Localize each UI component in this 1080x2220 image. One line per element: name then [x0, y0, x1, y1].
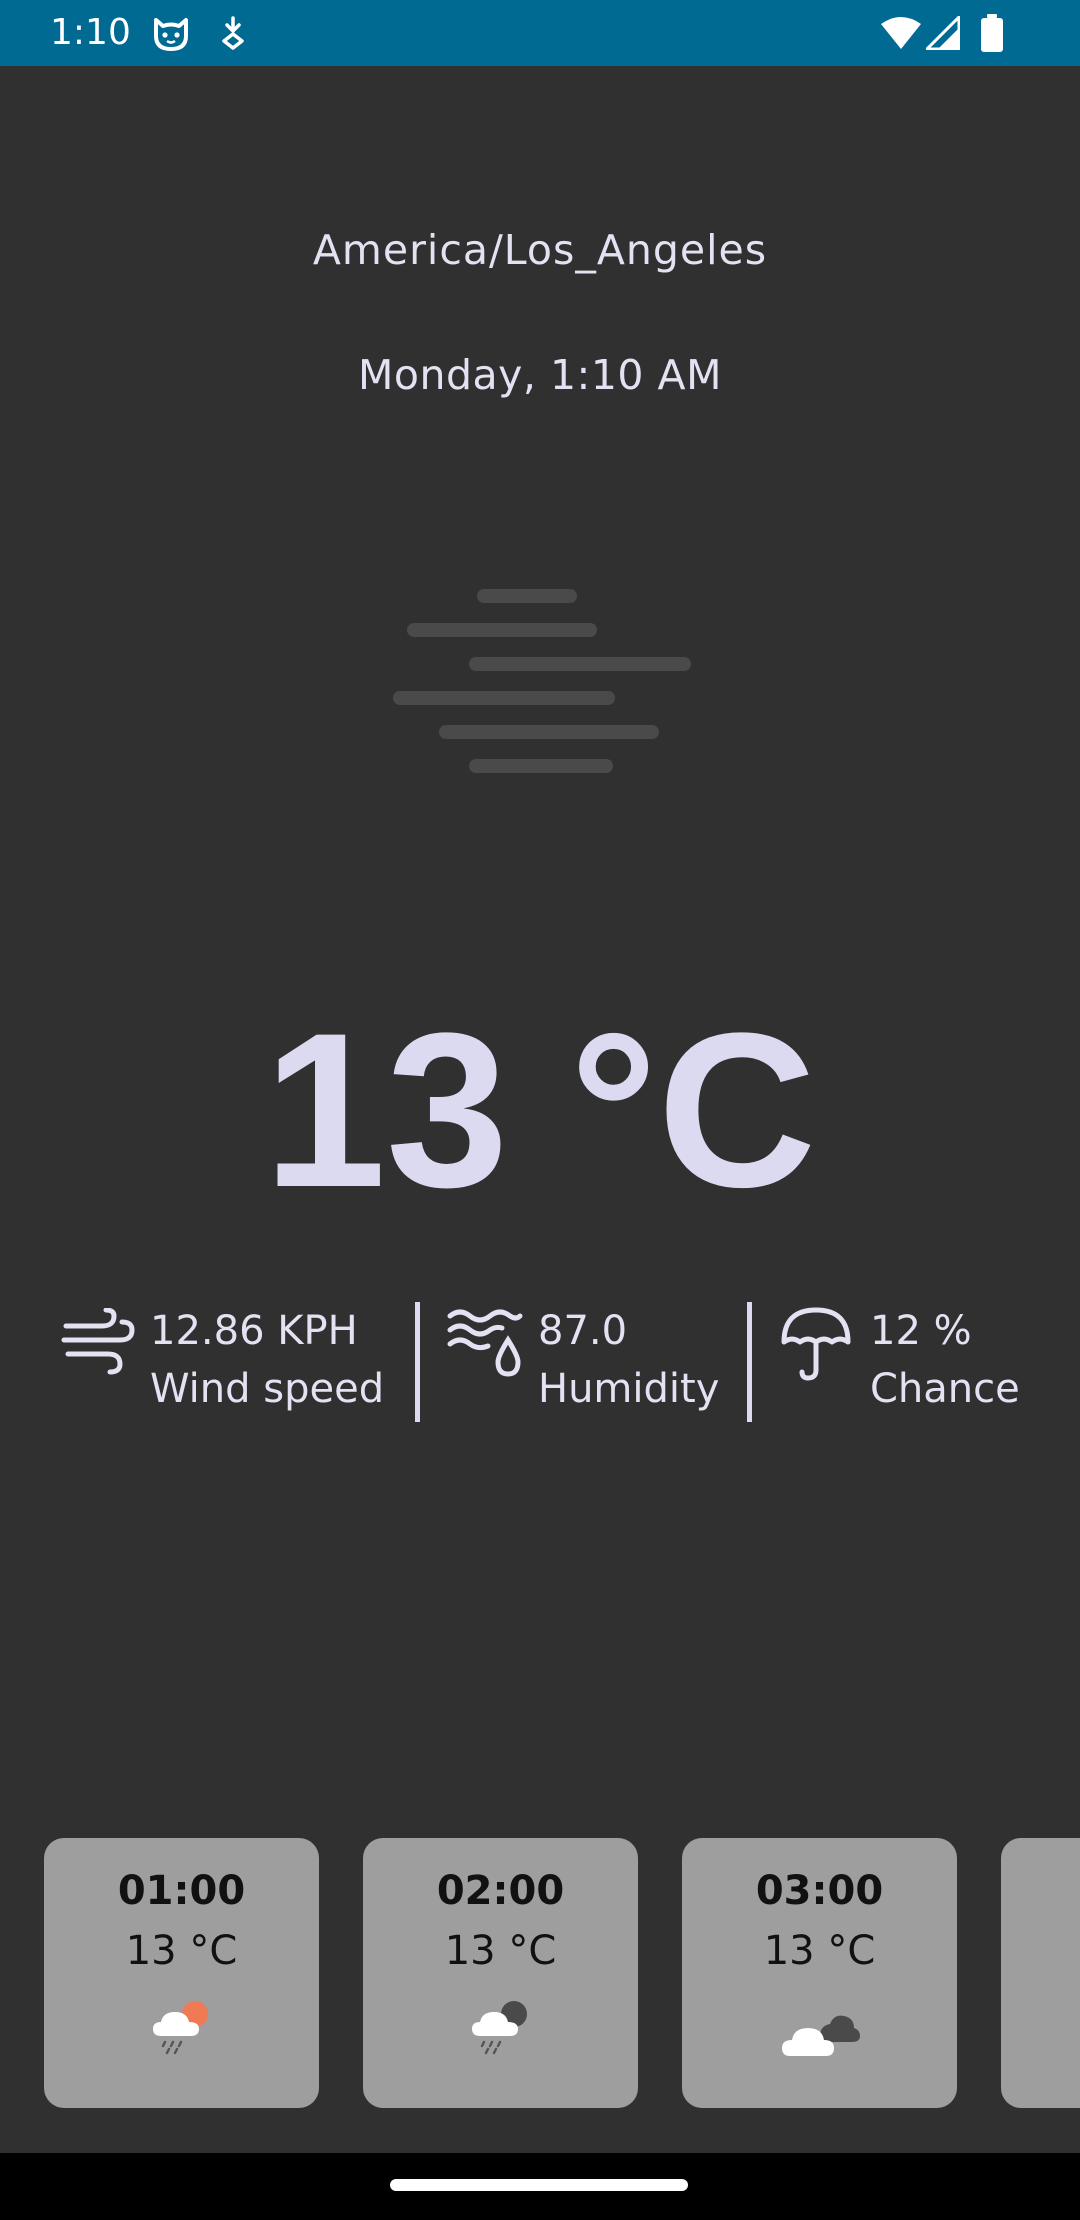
wifi-icon [881, 17, 921, 49]
hourly-time: 03:00 [755, 1868, 884, 1914]
humidity-value: 87.0 [538, 1308, 628, 1354]
navigation-bar [0, 2153, 1080, 2220]
current-temperature: 13 °C [263, 987, 817, 1233]
hourly-temperature: 13 °C [125, 1928, 238, 1974]
home-gesture-handle[interactable] [390, 2179, 688, 2191]
rain-chance-value: 12 % [870, 1308, 972, 1354]
cloudy-night-icon [782, 2015, 860, 2056]
weather-screen: 1:10 America/Los_Angeles Monday, 1:10 AM [0, 0, 1080, 2220]
hourly-card-partial[interactable] [1001, 1838, 1080, 2108]
umbrella-icon [781, 1307, 851, 1381]
humidity-icon [447, 1309, 523, 1377]
battery-icon [981, 14, 1003, 52]
rain-chance-label: Chance [870, 1366, 1020, 1412]
hourly-card[interactable]: 02:00 13 °C [363, 1838, 638, 2108]
hourly-time: 01:00 [117, 1868, 246, 1914]
stat-divider [747, 1302, 752, 1422]
location-label: America/Los_Angeles [312, 226, 768, 274]
wind-speed-value: 12.86 KPH [150, 1308, 358, 1354]
humidity-label: Humidity [538, 1366, 720, 1412]
status-time: 1:10 [50, 12, 131, 53]
hourly-card[interactable]: 01:00 13 °C [44, 1838, 319, 2108]
hourly-temperature: 13 °C [763, 1928, 876, 1974]
cellular-signal-icon [926, 16, 960, 50]
wind-speed-label: Wind speed [150, 1366, 385, 1412]
rain-cloud-moon-icon [472, 2001, 527, 2055]
rain-cloud-sun-icon [153, 2001, 208, 2055]
datetime-label: Monday, 1:10 AM [358, 351, 722, 399]
hourly-time: 02:00 [436, 1868, 565, 1914]
download-notification-icon [222, 16, 244, 50]
fog-icon [393, 589, 691, 773]
hourly-card[interactable]: 03:00 13 °C [682, 1838, 957, 2108]
stat-divider [415, 1302, 420, 1422]
status-bar: 1:10 [0, 0, 1080, 66]
wind-icon [61, 1308, 135, 1375]
cat-notification-icon [154, 18, 188, 51]
hourly-temperature: 13 °C [444, 1928, 557, 1974]
